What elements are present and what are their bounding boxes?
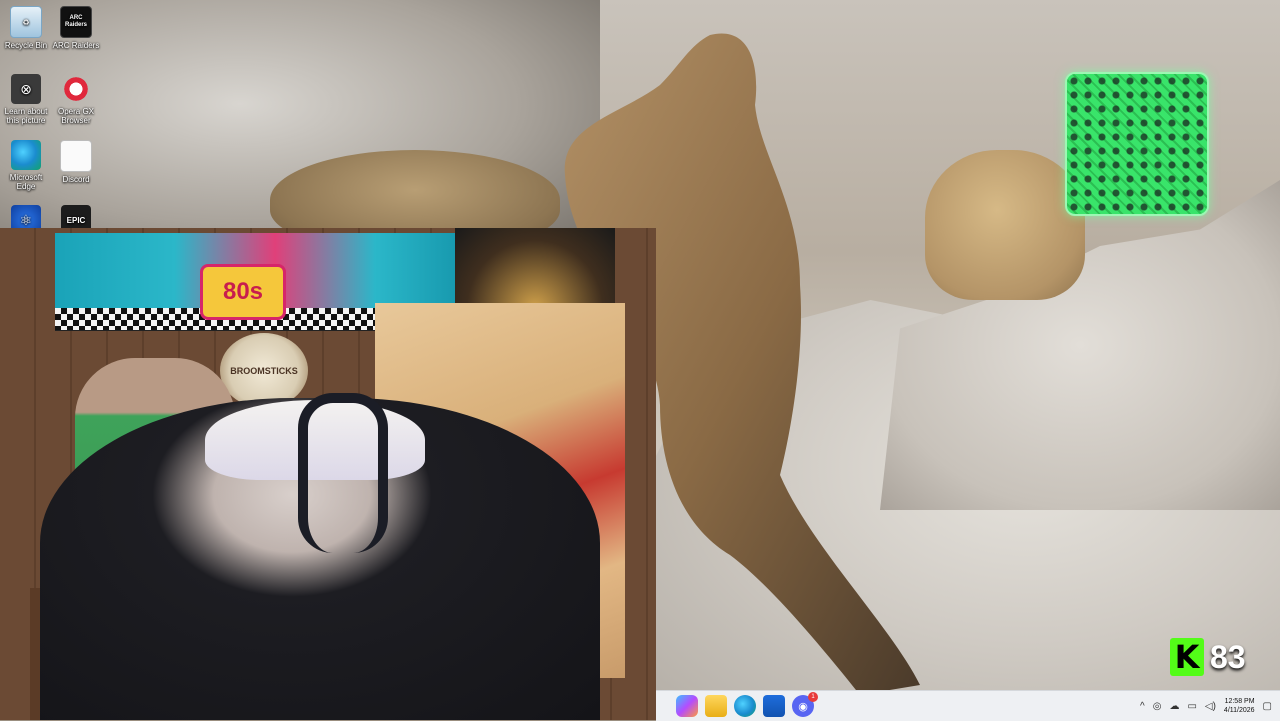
clock[interactable]: 12:58 PM 4/11/2026: [1224, 697, 1255, 715]
clock-time: 12:58 PM: [1224, 698, 1255, 705]
green-pattern-widget: [1065, 72, 1209, 216]
opera-gx-icon: [61, 74, 91, 104]
viewer-count: 83: [1210, 638, 1246, 675]
desktop-icon-microsoft-edge[interactable]: Microsoft Edge: [0, 140, 52, 191]
desktop-icon-label: Recycle Bin: [4, 41, 48, 50]
volume-icon[interactable]: ◁): [1205, 701, 1216, 712]
wifi-icon[interactable]: ▭: [1187, 701, 1196, 712]
widget-pattern: [1067, 74, 1207, 214]
notification-badge: 1: [808, 692, 818, 702]
cloud-icon[interactable]: ☁: [1169, 701, 1179, 712]
system-tray: ^ ◎ ☁ ▭ ◁) 12:58 PM 4/11/2026 ▢: [1140, 691, 1272, 721]
desktop-icon-arc-raiders[interactable]: ARC Raiders ARC Raiders: [50, 6, 102, 50]
kick-viewer-badge: K 83: [1170, 637, 1246, 677]
chevron-up-icon[interactable]: ^: [1140, 701, 1145, 712]
kick-logo-icon: K: [1170, 638, 1204, 676]
desktop-icon-label: Discord: [62, 175, 90, 184]
learn-about-picture-icon: ⊗: [11, 74, 41, 104]
document-icon: [60, 140, 92, 172]
desktop-icon-label: Learn about this picture: [4, 107, 48, 125]
store-icon[interactable]: [763, 695, 785, 717]
edge-icon: [11, 140, 41, 170]
desktop-icon-discord[interactable]: Discord: [50, 140, 102, 184]
desktop-icon-label: ARC Raiders: [52, 41, 100, 50]
desktop-icon-label: Microsoft Edge: [9, 173, 43, 191]
file-explorer-icon[interactable]: [705, 695, 727, 717]
desktop-icon-label: Opera GX Browser: [57, 107, 94, 125]
webcam-80s-sign: 80s: [200, 264, 286, 320]
edge-icon[interactable]: [734, 695, 756, 717]
desktop-icon-opera-gx[interactable]: Opera GX Browser: [50, 74, 102, 125]
discord-icon[interactable]: ◉ 1: [792, 692, 818, 717]
recycle-bin-icon: ♻: [10, 6, 42, 38]
notification-bell-icon[interactable]: ▢: [1263, 701, 1272, 712]
desktop-icon-learn-about-picture[interactable]: ⊗ Learn about this picture: [0, 74, 52, 125]
copilot-icon[interactable]: [676, 695, 698, 717]
headset-icon: [298, 393, 388, 553]
desktop-icon-recycle-bin[interactable]: ♻ Recycle Bin: [0, 6, 52, 50]
webcam-fan-decoration: [455, 228, 615, 308]
wallpaper-sea-lion-right: [925, 150, 1085, 300]
taskbar: ◉ 1 ^ ◎ ☁ ▭ ◁) 12:58 PM 4/11/2026 ▢: [656, 690, 1280, 721]
webcam-feed: 80s BROOMSTICKS: [0, 228, 656, 720]
clock-date: 4/11/2026: [1223, 707, 1255, 714]
webcam-round-sign: BROOMSTICKS: [220, 333, 308, 408]
arc-raiders-icon: ARC Raiders: [60, 6, 92, 38]
network-app-icon[interactable]: ◎: [1153, 701, 1162, 712]
